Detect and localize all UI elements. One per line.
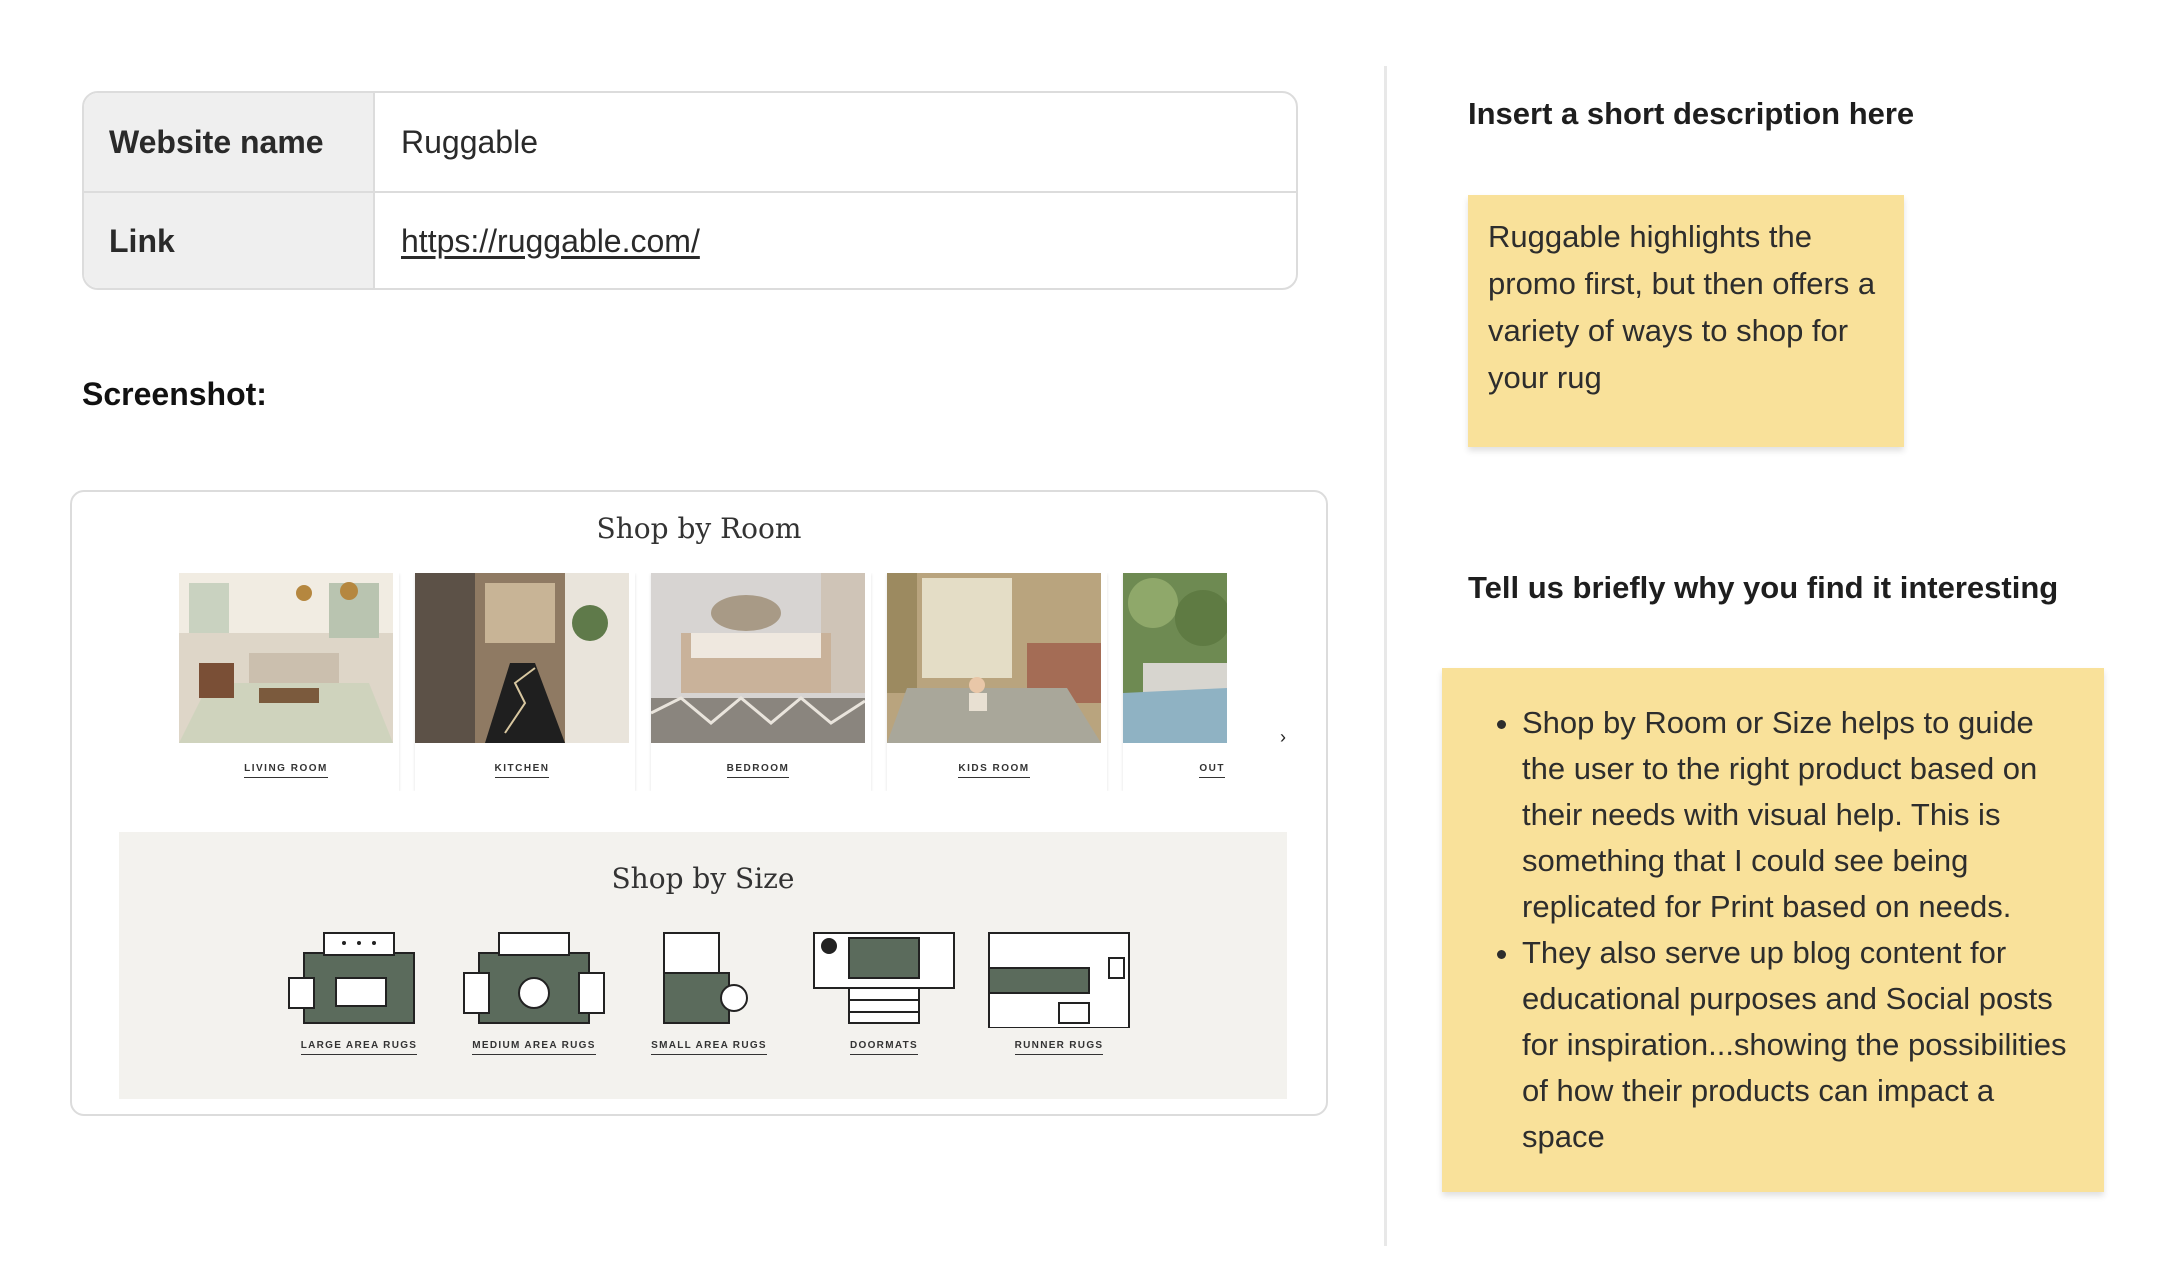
screenshot-label: Screenshot:	[82, 376, 267, 412]
interest-sticky-note[interactable]: Shop by Room or Size helps to guide the …	[1442, 668, 2104, 1192]
small-rug-icon	[663, 932, 748, 1024]
link-row: Link https://ruggable.com/	[84, 191, 1296, 288]
website-info-table: Website name Ruggable Link https://rugga…	[82, 91, 1298, 290]
shop-by-size-title: Shop by Size	[611, 862, 795, 895]
size-item-large-area-rugs[interactable]: LARGE AREA RUGS	[284, 928, 434, 1068]
medium-rug-icon	[463, 932, 605, 1024]
size-item-runner-rugs[interactable]: RUNNER RUGS	[984, 928, 1134, 1068]
room-card-outdoor[interactable]: OUT	[1123, 573, 1303, 791]
size-label-large-area-rugs: LARGE AREA RUGS	[300, 1040, 418, 1055]
runner-rug-icon	[988, 932, 1130, 1028]
room-card-kids-room[interactable]: KIDS ROOM	[887, 573, 1107, 791]
room-label-outdoor: OUT	[1199, 763, 1225, 778]
room-carousel: LIVING ROOM KITCHEN BEDROOM KIDS ROOM OU…	[179, 573, 1303, 791]
link-key: Link	[84, 193, 375, 288]
room-label-living-room: LIVING ROOM	[244, 763, 328, 778]
large-rug-icon	[288, 932, 415, 1024]
size-item-doormats[interactable]: DOORMATS	[809, 928, 959, 1068]
description-heading: Insert a short description here	[1468, 96, 1915, 131]
interest-heading: Tell us briefly why you find it interest…	[1468, 570, 2059, 605]
size-label-medium-area-rugs: MEDIUM AREA RUGS	[472, 1040, 596, 1055]
room-card-living-room[interactable]: LIVING ROOM	[179, 573, 399, 791]
living-room-image	[179, 573, 393, 743]
shop-by-room-title: Shop by Room	[596, 512, 802, 545]
embedded-screenshot: Shop by Room LIVING ROOM KITCHEN BEDROOM…	[70, 490, 1328, 1116]
description-sticky-note[interactable]: Ruggable highlights the promo first, but…	[1468, 195, 1904, 447]
website-name-row: Website name Ruggable	[84, 93, 1296, 191]
doormat-icon	[813, 932, 955, 1024]
column-divider	[1384, 66, 1387, 1246]
size-label-small-area-rugs: SMALL AREA RUGS	[651, 1040, 767, 1055]
room-label-bedroom: BEDROOM	[726, 763, 790, 778]
size-item-medium-area-rugs[interactable]: MEDIUM AREA RUGS	[459, 928, 609, 1068]
kids-room-image	[887, 573, 1101, 743]
interest-bullet: They also serve up blog content for educ…	[1522, 930, 2084, 1160]
size-label-doormats: DOORMATS	[850, 1040, 918, 1055]
size-label-runner-rugs: RUNNER RUGS	[1014, 1040, 1104, 1055]
room-card-kitchen[interactable]: KITCHEN	[415, 573, 635, 791]
interest-bullet-list: Shop by Room or Size helps to guide the …	[1492, 700, 2084, 1160]
outdoor-image	[1123, 573, 1227, 743]
room-label-kitchen: KITCHEN	[494, 763, 550, 778]
interest-bullet: Shop by Room or Size helps to guide the …	[1522, 700, 2084, 930]
shop-by-size-panel: Shop by Size LARGE AREA RUGS MEDIUM AREA…	[119, 832, 1287, 1099]
size-item-small-area-rugs[interactable]: SMALL AREA RUGS	[634, 928, 784, 1068]
website-link[interactable]: https://ruggable.com/	[401, 223, 700, 260]
room-label-kids-room: KIDS ROOM	[958, 763, 1030, 778]
bedroom-image	[651, 573, 865, 743]
carousel-next-icon[interactable]: ›	[1270, 724, 1296, 750]
website-name-key: Website name	[84, 93, 375, 191]
link-value-cell: https://ruggable.com/	[375, 193, 1296, 288]
room-card-bedroom[interactable]: BEDROOM	[651, 573, 871, 791]
website-name-value[interactable]: Ruggable	[375, 93, 1296, 191]
kitchen-image	[415, 573, 629, 743]
